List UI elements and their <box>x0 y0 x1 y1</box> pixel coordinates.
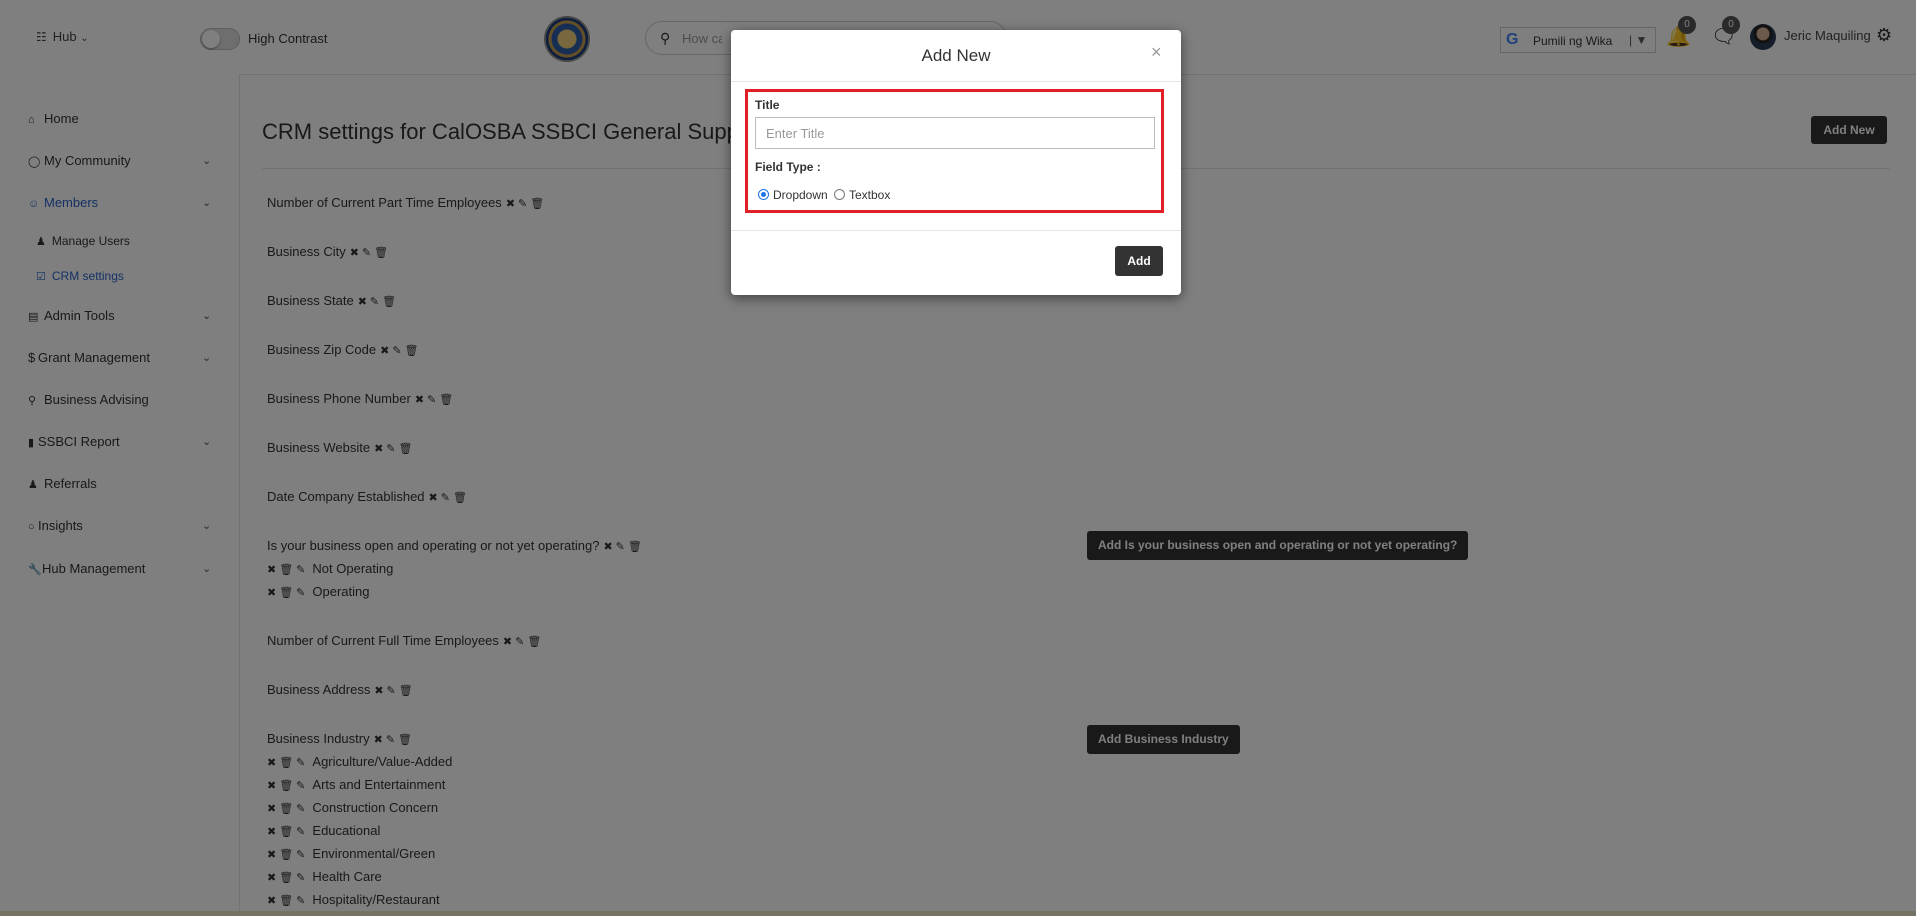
title-input[interactable] <box>755 117 1155 149</box>
textbox-radio[interactable] <box>834 189 845 200</box>
divider <box>731 230 1181 231</box>
dropdown-radio[interactable] <box>758 189 769 200</box>
app: ☷Hub ⌄ High Contrast ⚲ How can G Pumili … <box>0 0 1916 916</box>
title-label: Title <box>755 98 780 112</box>
textbox-radio-label[interactable]: Textbox <box>849 188 890 202</box>
add-button[interactable]: Add <box>1115 246 1163 276</box>
field-type-label: Field Type : <box>755 160 821 174</box>
close-icon[interactable]: × <box>1151 42 1162 63</box>
dropdown-radio-label[interactable]: Dropdown <box>773 188 828 202</box>
divider <box>731 81 1181 82</box>
modal-title: Add New <box>921 46 991 65</box>
add-new-modal: Add New × Title Field Type : Dropdown Te… <box>731 30 1181 295</box>
